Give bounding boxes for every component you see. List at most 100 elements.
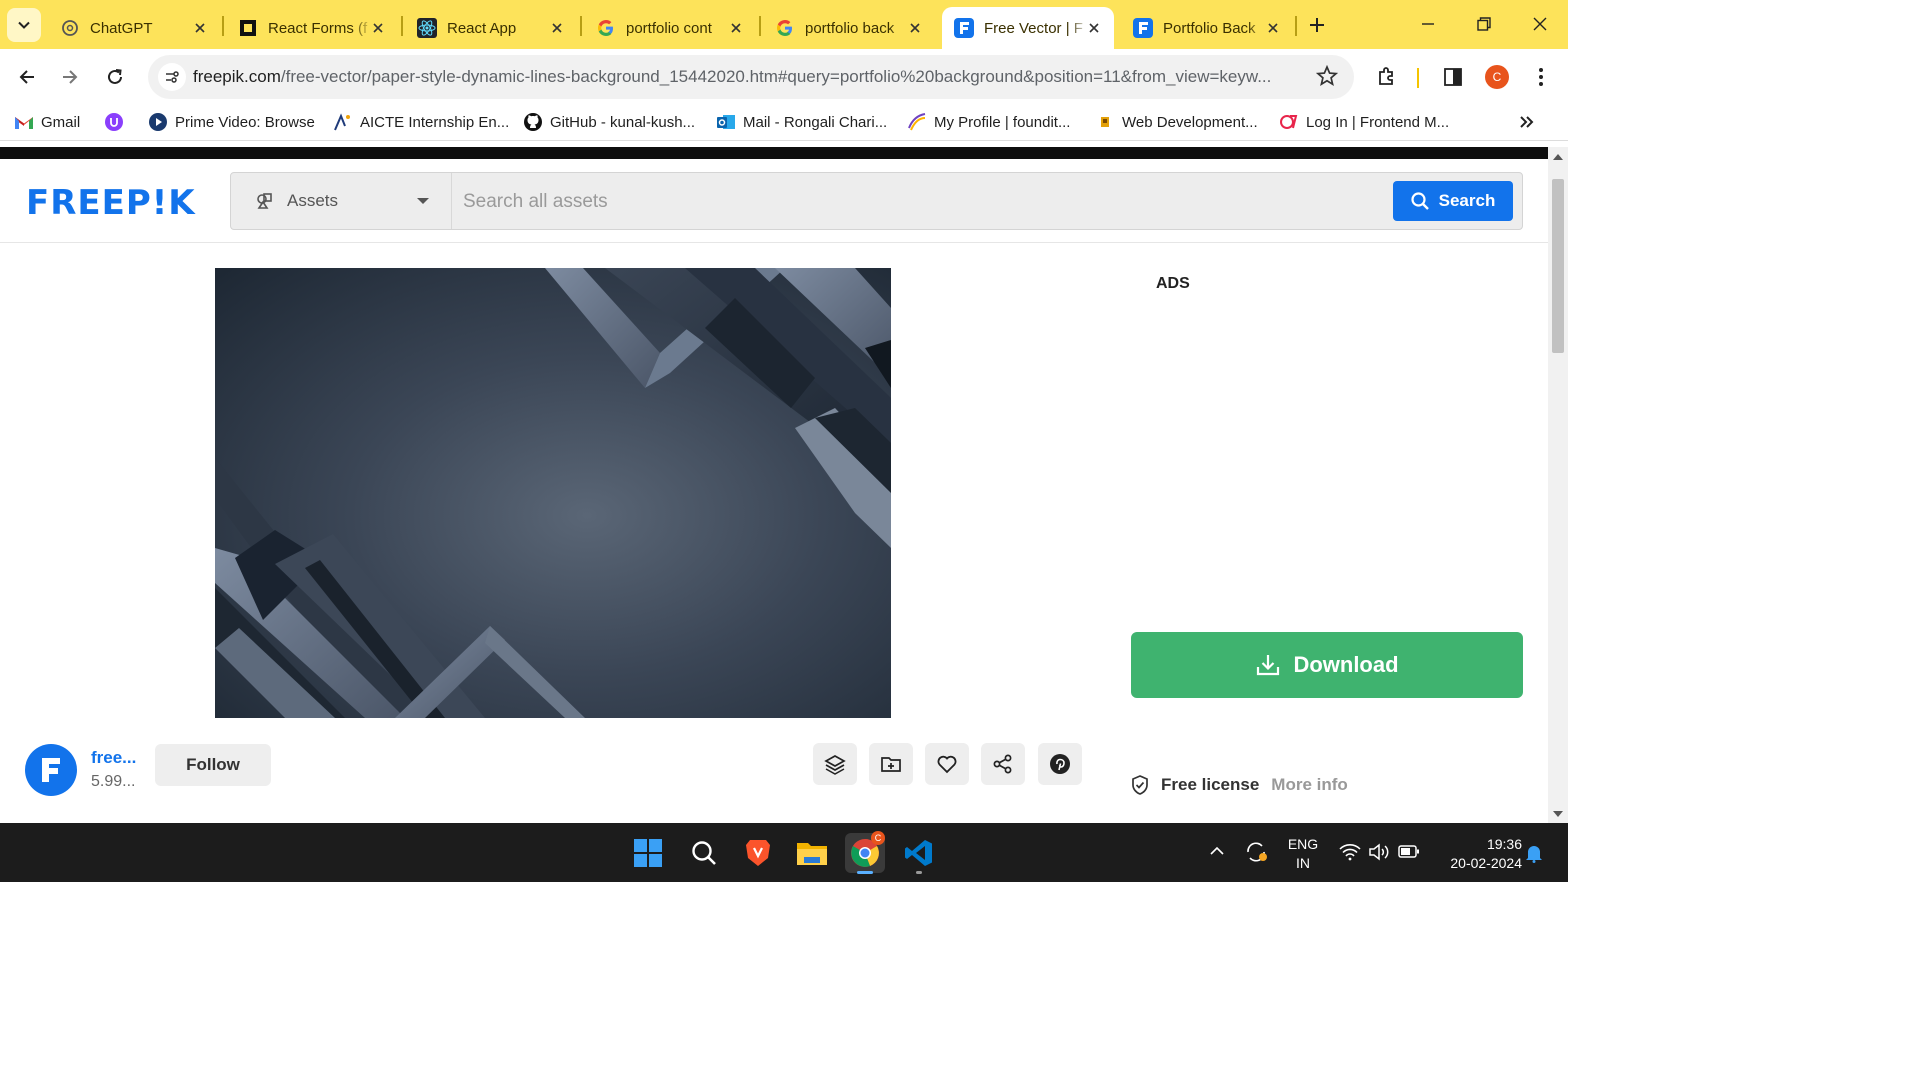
gmail-icon	[14, 112, 34, 132]
close-icon[interactable]	[190, 18, 210, 38]
bookmark-github[interactable]: GitHub - kunal-kush...	[523, 112, 695, 132]
bookmark-gmail[interactable]: Gmail	[14, 112, 80, 132]
tab-search-button[interactable]	[7, 8, 41, 42]
back-button[interactable]	[11, 61, 43, 93]
bookmark-label: Log In | Frontend M...	[1306, 113, 1450, 131]
minimize-button[interactable]	[1400, 0, 1456, 48]
tab-chatgpt[interactable]: ChatGPT	[48, 7, 220, 49]
tab-react-forms[interactable]: React Forms (f	[226, 7, 398, 49]
bookmark-purple[interactable]	[104, 112, 131, 132]
page-scrollbar[interactable]	[1548, 147, 1568, 823]
clock[interactable]: 19:36 20-02-2024	[1432, 835, 1522, 873]
avatar: C	[1485, 65, 1509, 89]
address-bar[interactable]: freepik.com/free-vector/paper-style-dyna…	[148, 55, 1354, 99]
bookmark-label: My Profile | foundit...	[934, 113, 1071, 131]
add-to-collection-icon	[881, 757, 901, 772]
outlook-icon	[716, 112, 736, 132]
bookmark-foundit[interactable]: My Profile | foundit...	[907, 112, 1070, 132]
windows-taskbar: C ENG IN 19:36 20-02-2024	[0, 823, 1568, 882]
layers-icon	[824, 755, 846, 775]
profile-button[interactable]: C	[1481, 61, 1513, 93]
tab-portfolio-back[interactable]: portfolio back	[763, 7, 935, 49]
add-to-collection-button[interactable]	[869, 743, 913, 785]
close-icon[interactable]	[726, 18, 746, 38]
toolbar-divider	[1417, 68, 1419, 88]
bookmark-frontend-mentor[interactable]: Log In | Frontend M...	[1279, 112, 1449, 132]
taskbar-file-explorer[interactable]	[792, 833, 832, 873]
author-avatar[interactable]	[25, 744, 77, 796]
tab-portfolio-cont[interactable]: portfolio cont	[584, 7, 756, 49]
pinterest-button[interactable]	[1038, 743, 1082, 785]
sync-icon[interactable]	[1244, 840, 1270, 869]
close-window-button[interactable]	[1512, 0, 1568, 48]
new-tab-button[interactable]	[1303, 11, 1331, 39]
language-indicator[interactable]: ENG IN	[1286, 835, 1320, 873]
chevron-up-icon[interactable]	[1209, 843, 1225, 864]
close-icon[interactable]	[547, 18, 567, 38]
minimize-icon	[1422, 23, 1434, 25]
restore-button[interactable]	[1456, 0, 1512, 48]
bookmark-prime-video[interactable]: Prime Video: Browse	[148, 112, 315, 132]
site-settings-icon[interactable]	[158, 63, 186, 91]
github-icon	[523, 112, 543, 132]
bookmark-web-development[interactable]: Web Development...	[1095, 112, 1258, 132]
top-banner	[0, 147, 1548, 159]
url-host: freepik.com	[193, 67, 281, 86]
follow-button[interactable]: Follow	[155, 744, 271, 786]
download-button[interactable]: Download	[1131, 632, 1523, 698]
shield-check-icon	[1132, 775, 1148, 795]
tab-separator	[222, 16, 224, 36]
author-name[interactable]: free...	[91, 748, 136, 768]
scroll-up-arrow-icon[interactable]	[1553, 154, 1563, 160]
browser-menu-button[interactable]	[1525, 61, 1557, 93]
freepik-icon	[1133, 18, 1153, 38]
bookmark-star-icon[interactable]	[1315, 64, 1339, 92]
freepik-logo[interactable]: FREEP!K	[26, 183, 196, 223]
scroll-down-arrow-icon[interactable]	[1553, 811, 1563, 817]
windows-start-button[interactable]	[628, 833, 668, 873]
search-icon	[1411, 192, 1429, 210]
extensions-button[interactable]	[1371, 61, 1403, 93]
forward-button[interactable]	[54, 61, 86, 93]
close-icon[interactable]	[368, 18, 388, 38]
notification-bell-icon[interactable]	[1524, 843, 1544, 868]
more-info-link[interactable]: More info	[1271, 775, 1348, 795]
tab-react-app[interactable]: React App	[405, 7, 577, 49]
search-icon	[692, 841, 716, 865]
search-input[interactable]	[463, 189, 1363, 215]
volume-icon[interactable]	[1368, 842, 1390, 867]
scroll-thumb[interactable]	[1552, 179, 1564, 353]
tab-free-vector[interactable]: Free Vector | F	[942, 7, 1114, 49]
tab-separator	[759, 16, 761, 36]
share-icon	[993, 754, 1012, 774]
taskbar-vscode[interactable]	[899, 833, 939, 874]
bookmark-outlook[interactable]: Mail - Rongali Chari...	[716, 112, 887, 132]
share-button[interactable]	[981, 743, 1025, 785]
more-bookmarks-icon[interactable]	[1518, 113, 1536, 136]
react-forms-icon	[238, 18, 258, 38]
language-code: ENG	[1287, 836, 1319, 852]
close-icon[interactable]	[1084, 18, 1104, 38]
reload-button[interactable]	[99, 61, 131, 93]
layers-button[interactable]	[813, 743, 857, 785]
taskbar-search-button[interactable]	[684, 833, 724, 873]
search-button[interactable]: Search	[1393, 181, 1513, 221]
side-panel-button[interactable]	[1437, 61, 1469, 93]
taskbar-chrome[interactable]: C	[845, 831, 885, 874]
close-icon[interactable]	[905, 18, 925, 38]
search-divider	[451, 173, 452, 229]
taskbar-brave[interactable]	[738, 833, 778, 873]
puzzle-icon	[1379, 67, 1393, 85]
assets-dropdown[interactable]: Assets	[231, 173, 451, 229]
url-text[interactable]: freepik.com/free-vector/paper-style-dyna…	[193, 67, 1303, 87]
tab-portfolio-backgrounds[interactable]: Portfolio Back	[1121, 7, 1293, 49]
like-button[interactable]	[925, 743, 969, 785]
google-icon	[596, 18, 616, 38]
wifi-icon[interactable]	[1339, 843, 1361, 866]
running-app-indicator	[916, 871, 922, 874]
tab-separator	[580, 16, 582, 36]
close-icon[interactable]	[1263, 18, 1283, 38]
battery-icon[interactable]	[1398, 844, 1420, 865]
bookmark-aicte[interactable]: AICTE Internship En...	[333, 112, 509, 132]
preview-image[interactable]	[215, 268, 891, 718]
